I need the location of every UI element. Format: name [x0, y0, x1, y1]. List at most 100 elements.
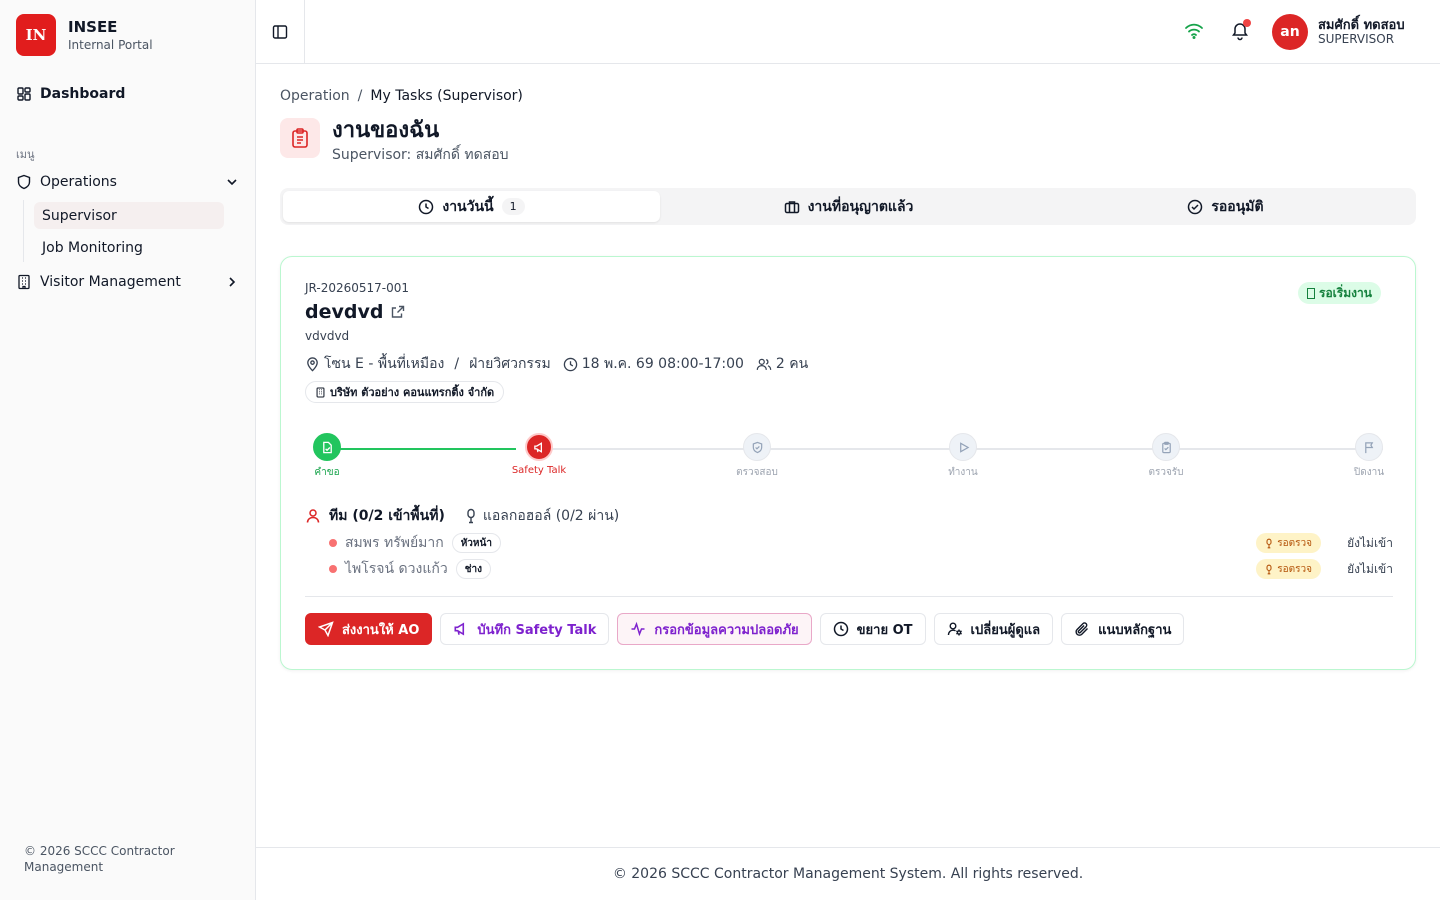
button-label: บันทึก Safety Talk	[477, 622, 597, 638]
divider	[305, 596, 1393, 597]
company-name: บริษัท ตัวอย่าง คอนแทรกติ้ง จำกัด	[330, 386, 495, 399]
status-text: รอเริ่มงาน	[1319, 285, 1372, 300]
job-id: JR-20260517-001	[305, 281, 410, 295]
status-badge: รอเริ่มงาน	[1298, 282, 1381, 304]
flag-icon	[1364, 441, 1373, 453]
sidebar-item-job-monitoring[interactable]: Job Monitoring	[34, 234, 224, 261]
megaphone-icon	[533, 441, 542, 453]
alcohol-check-status: รอตรวจ	[1277, 563, 1312, 575]
tab-label: รออนุมัติ	[1211, 198, 1264, 215]
member-name: สมพร ทรัพย์มาก	[345, 535, 444, 551]
sidebar-item-label: Operations	[40, 174, 117, 190]
job-title-text: devdvd	[305, 301, 384, 323]
job-title[interactable]: devdvd	[305, 301, 405, 323]
step-circle	[1152, 433, 1180, 461]
sidebar-section-label: เมนู	[16, 148, 35, 161]
job-schedule: 18 พ.ค. 69 08:00-17:00	[581, 356, 744, 372]
alcohol-check-status: รอตรวจ	[1277, 537, 1312, 549]
entry-status: ยังไม่เข้า	[1347, 535, 1393, 550]
avatar[interactable]: an	[1272, 14, 1308, 50]
briefcase-icon	[784, 200, 799, 213]
user-icon	[306, 509, 320, 523]
shield-icon	[17, 174, 31, 190]
step-circle	[1355, 433, 1383, 461]
job-meta: โซน E - พื้นที่เหมือง / ฝ่ายวิศวกรรม 18 …	[305, 353, 808, 375]
alcohol-check-badge: รอตรวจ	[1256, 559, 1321, 579]
page-subtitle: Supervisor: สมศักดิ์ ทดสอบ	[332, 147, 509, 163]
breadcrumb: Operation / My Tasks (Supervisor)	[280, 88, 523, 104]
tab-label: งานวันนี้	[442, 198, 494, 215]
clipboard-check-icon	[1161, 441, 1171, 453]
breadcrumb-current: My Tasks (Supervisor)	[370, 88, 523, 104]
record-safety-talk-button[interactable]: บันทึก Safety Talk	[440, 613, 610, 645]
play-icon	[959, 441, 969, 453]
sidebar-footer: © 2026 SCCC Contractor Management	[24, 844, 175, 874]
member-name: ไพโรจน์ ดวงแก้ว	[345, 561, 448, 577]
safety-info-button[interactable]: กรอกข้อมูลความปลอดภัย	[617, 613, 812, 645]
building-icon	[316, 387, 325, 397]
button-label: แนบหลักฐาน	[1098, 622, 1172, 638]
job-card[interactable]: JR-20260517-001 รอเริ่มงาน devdvd vdvdvd…	[280, 256, 1416, 670]
sidebar-item-visitor-management[interactable]: Visitor Management	[16, 274, 240, 290]
breadcrumb-operation[interactable]: Operation	[280, 88, 350, 104]
file-check-icon	[322, 441, 332, 453]
chevron-down-icon	[227, 179, 237, 186]
dashboard-grid-icon	[17, 87, 31, 101]
step-request: คำขอ	[287, 433, 367, 480]
job-people-count: 2 คน	[775, 356, 809, 372]
job-actions: ส่งงานให้ AO บันทึก Safety Talk กรอกข้อม…	[305, 613, 1185, 645]
tab-today[interactable]: งานวันนี้ 1	[283, 191, 660, 222]
activity-icon	[631, 621, 645, 637]
tab-approved[interactable]: งานที่อนุญาตแล้ว	[660, 191, 1037, 222]
step-circle	[313, 433, 341, 461]
breadcrumb-separator: /	[357, 88, 363, 104]
tab-label: งานที่อนุญาตแล้ว	[807, 198, 914, 215]
status-dot	[329, 539, 337, 547]
breathalyzer-icon	[467, 508, 475, 524]
shield-check-icon	[752, 441, 762, 453]
member-role-tag: ช่าง	[455, 559, 491, 579]
brand-name: INSEE	[68, 18, 118, 36]
team-count: ทีม (0/2 เข้าพื้นที่)	[329, 508, 445, 524]
brand[interactable]: IN INSEE Internal Portal	[16, 14, 153, 56]
step-label: ตรวจสอบ	[736, 467, 778, 478]
button-label: ส่งงานให้ AO	[342, 622, 420, 638]
sidebar-item-operations[interactable]: Operations	[16, 174, 240, 190]
step-label: ตรวจรับ	[1148, 467, 1184, 478]
send-to-ao-button[interactable]: ส่งงานให้ AO	[305, 613, 433, 645]
send-icon	[318, 621, 334, 637]
page-title: งานของฉัน	[332, 118, 440, 143]
megaphone-icon	[454, 622, 465, 636]
users-icon	[756, 358, 772, 370]
meta-separator: /	[454, 356, 460, 372]
topbar: an สมศักดิ์ ทดสอบ SUPERVISOR	[256, 0, 1440, 64]
step-safety-talk: Safety Talk	[499, 433, 579, 476]
step-circle	[949, 433, 977, 461]
map-pin-icon	[307, 356, 318, 371]
change-supervisor-button[interactable]: เปลี่ยนผู้ดูแล	[933, 613, 1054, 645]
step-label: ปิดงาน	[1353, 467, 1385, 478]
user-cog-icon	[947, 622, 962, 636]
clock-icon	[419, 199, 434, 214]
sidebar-item-label: Visitor Management	[40, 274, 181, 290]
sidebar-toggle-button[interactable]	[256, 0, 305, 63]
button-label: เปลี่ยนผู้ดูแล	[970, 622, 1041, 638]
extend-ot-button[interactable]: ขยาย OT	[819, 613, 926, 645]
step-acceptance: ตรวจรับ	[1126, 433, 1206, 480]
breathalyzer-icon	[1266, 564, 1272, 574]
wifi-icon	[1185, 23, 1203, 39]
alcohol-count: แอลกอฮอล์ (0/2 ผ่าน)	[482, 508, 620, 524]
external-link-icon[interactable]	[391, 305, 405, 319]
alcohol-summary: แอลกอฮอล์ (0/2 ผ่าน)	[465, 505, 619, 527]
member-role-tag: หัวหน้า	[451, 533, 501, 553]
attach-evidence-button[interactable]: แนบหลักฐาน	[1061, 613, 1185, 645]
step-work: ทำงาน	[923, 433, 1003, 480]
sidebar-item-supervisor[interactable]: Supervisor	[34, 202, 224, 229]
team-member-row: ไพโรจน์ ดวงแก้ว ช่าง รอตรวจ ยังไม่เข้า	[329, 558, 1393, 580]
tab-pending-approval[interactable]: รออนุมัติ	[1037, 191, 1414, 222]
clock-icon	[563, 357, 577, 371]
user-role: SUPERVISOR	[1318, 32, 1395, 46]
clock-icon	[833, 621, 848, 637]
sidebar-item-dashboard[interactable]: Dashboard	[16, 86, 125, 102]
step-circle	[525, 433, 553, 461]
